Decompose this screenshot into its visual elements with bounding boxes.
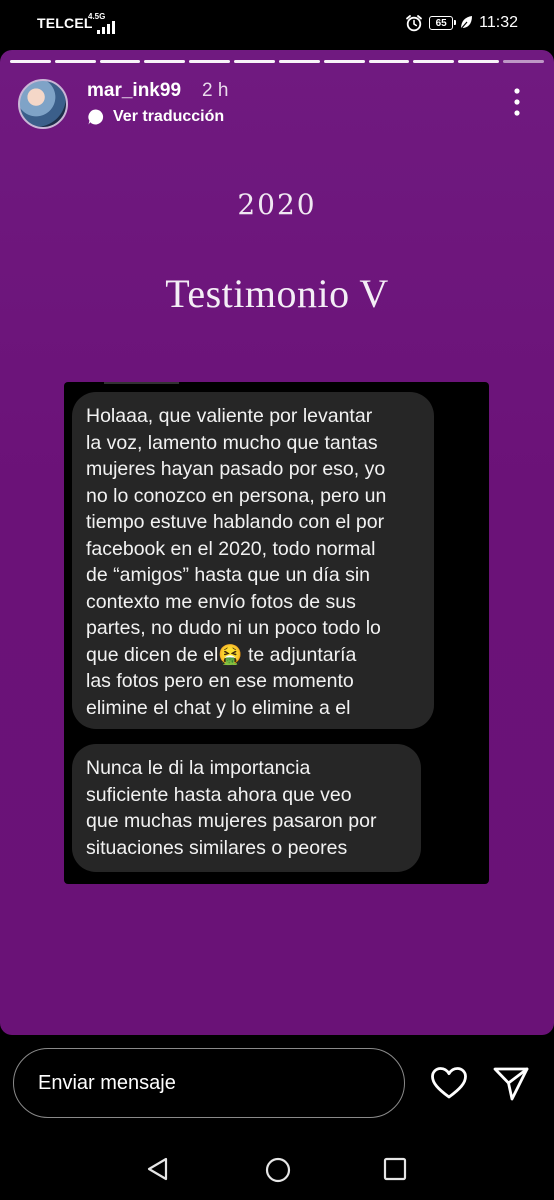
story-progress-segment (234, 60, 275, 63)
message-line: elimine el chat y lo elimine a el (86, 696, 351, 719)
status-right-group: 65 11:32 (405, 12, 518, 34)
story-progress-segment (413, 60, 455, 63)
see-translation-label: Ver traducción (113, 108, 225, 125)
story-progress-segment (278, 60, 320, 63)
status-bar: TELCEL 4.5G 65 11:32 (0, 0, 554, 46)
send-icon[interactable] (492, 1066, 530, 1102)
message-bubble-2: Nunca le di la importancia suficiente ha… (72, 744, 421, 872)
send-message-input[interactable] (36, 1049, 380, 1118)
message-line: de “amigos” hasta que un día sin (86, 564, 371, 586)
translate-icon (88, 109, 104, 125)
message-line: la voz, lamento mucho que tantas (86, 431, 378, 454)
message-line: no lo conozco en persona, pero un (86, 484, 387, 507)
see-translation-button[interactable]: Ver traducción (87, 108, 224, 126)
message-line: tiempo estuve hablando con el por (86, 511, 385, 533)
story-progress-segment (368, 60, 410, 63)
story-progress-segment (323, 60, 365, 63)
network-type-label: 4.5G (88, 12, 106, 21)
alarm-icon (406, 15, 423, 32)
story-progress-segment (54, 60, 96, 63)
story-progress-segment (144, 60, 186, 63)
message-line: suficiente hasta ahora que veo (86, 783, 352, 806)
message-line: Nunca le di la importancia (86, 757, 311, 779)
home-icon[interactable] (264, 1156, 292, 1184)
battery-icon: 65 (429, 16, 457, 30)
story-time-ago: 2 h (202, 80, 229, 101)
back-icon[interactable] (145, 1156, 171, 1182)
story-year-text: 2020 (237, 188, 317, 221)
more-options-icon[interactable] (510, 88, 524, 116)
system-navigation-bar (0, 1136, 554, 1200)
signal-indicator: 4.5G (88, 12, 122, 34)
story-title-text: Testimonio V (165, 271, 389, 316)
story-progress-segment (99, 60, 141, 63)
battery-level: 65 (435, 18, 447, 29)
send-message-field[interactable] (13, 1048, 405, 1118)
message-line: que dicen de el🤮 te adjuntaría (86, 643, 357, 666)
story-viewer[interactable]: mar_ink99 2 h Ver traducción 2020 Testim… (0, 50, 554, 1035)
recent-apps-icon[interactable] (383, 1157, 407, 1181)
cropped-header-line (104, 382, 179, 384)
message-line: situaciones similares o peores (86, 836, 348, 859)
story-progress-segment (458, 60, 500, 63)
story-username[interactable]: mar_ink99 (87, 80, 181, 102)
message-line: facebook en el 2020, todo normal (86, 537, 376, 560)
story-progress-bar (10, 60, 544, 63)
story-progress-segment (10, 60, 51, 63)
avatar[interactable] (18, 79, 68, 129)
message-line: las fotos pero en ese momento (86, 670, 354, 692)
message-line: contexto me envío fotos de sus (86, 590, 356, 613)
leaf-icon (459, 16, 473, 31)
clock: 11:32 (479, 14, 518, 31)
signal-icon (97, 21, 115, 34)
message-line: que muchas mujeres pasaron por (86, 810, 377, 832)
message-line: partes, no dudo ni un poco todo lo (86, 617, 381, 639)
heart-icon[interactable] (430, 1066, 468, 1100)
carrier-label: TELCEL (37, 15, 93, 31)
message-line: Holaaa, que valiente por levantar (86, 405, 373, 427)
story-progress-segment (189, 60, 231, 63)
story-progress-segment (503, 60, 544, 63)
chat-screenshot: Holaaa, que valiente por levantar la voz… (64, 382, 489, 884)
message-bubble-1: Holaaa, que valiente por levantar la voz… (72, 392, 434, 729)
message-line: mujeres hayan pasado por eso, yo (86, 458, 386, 480)
